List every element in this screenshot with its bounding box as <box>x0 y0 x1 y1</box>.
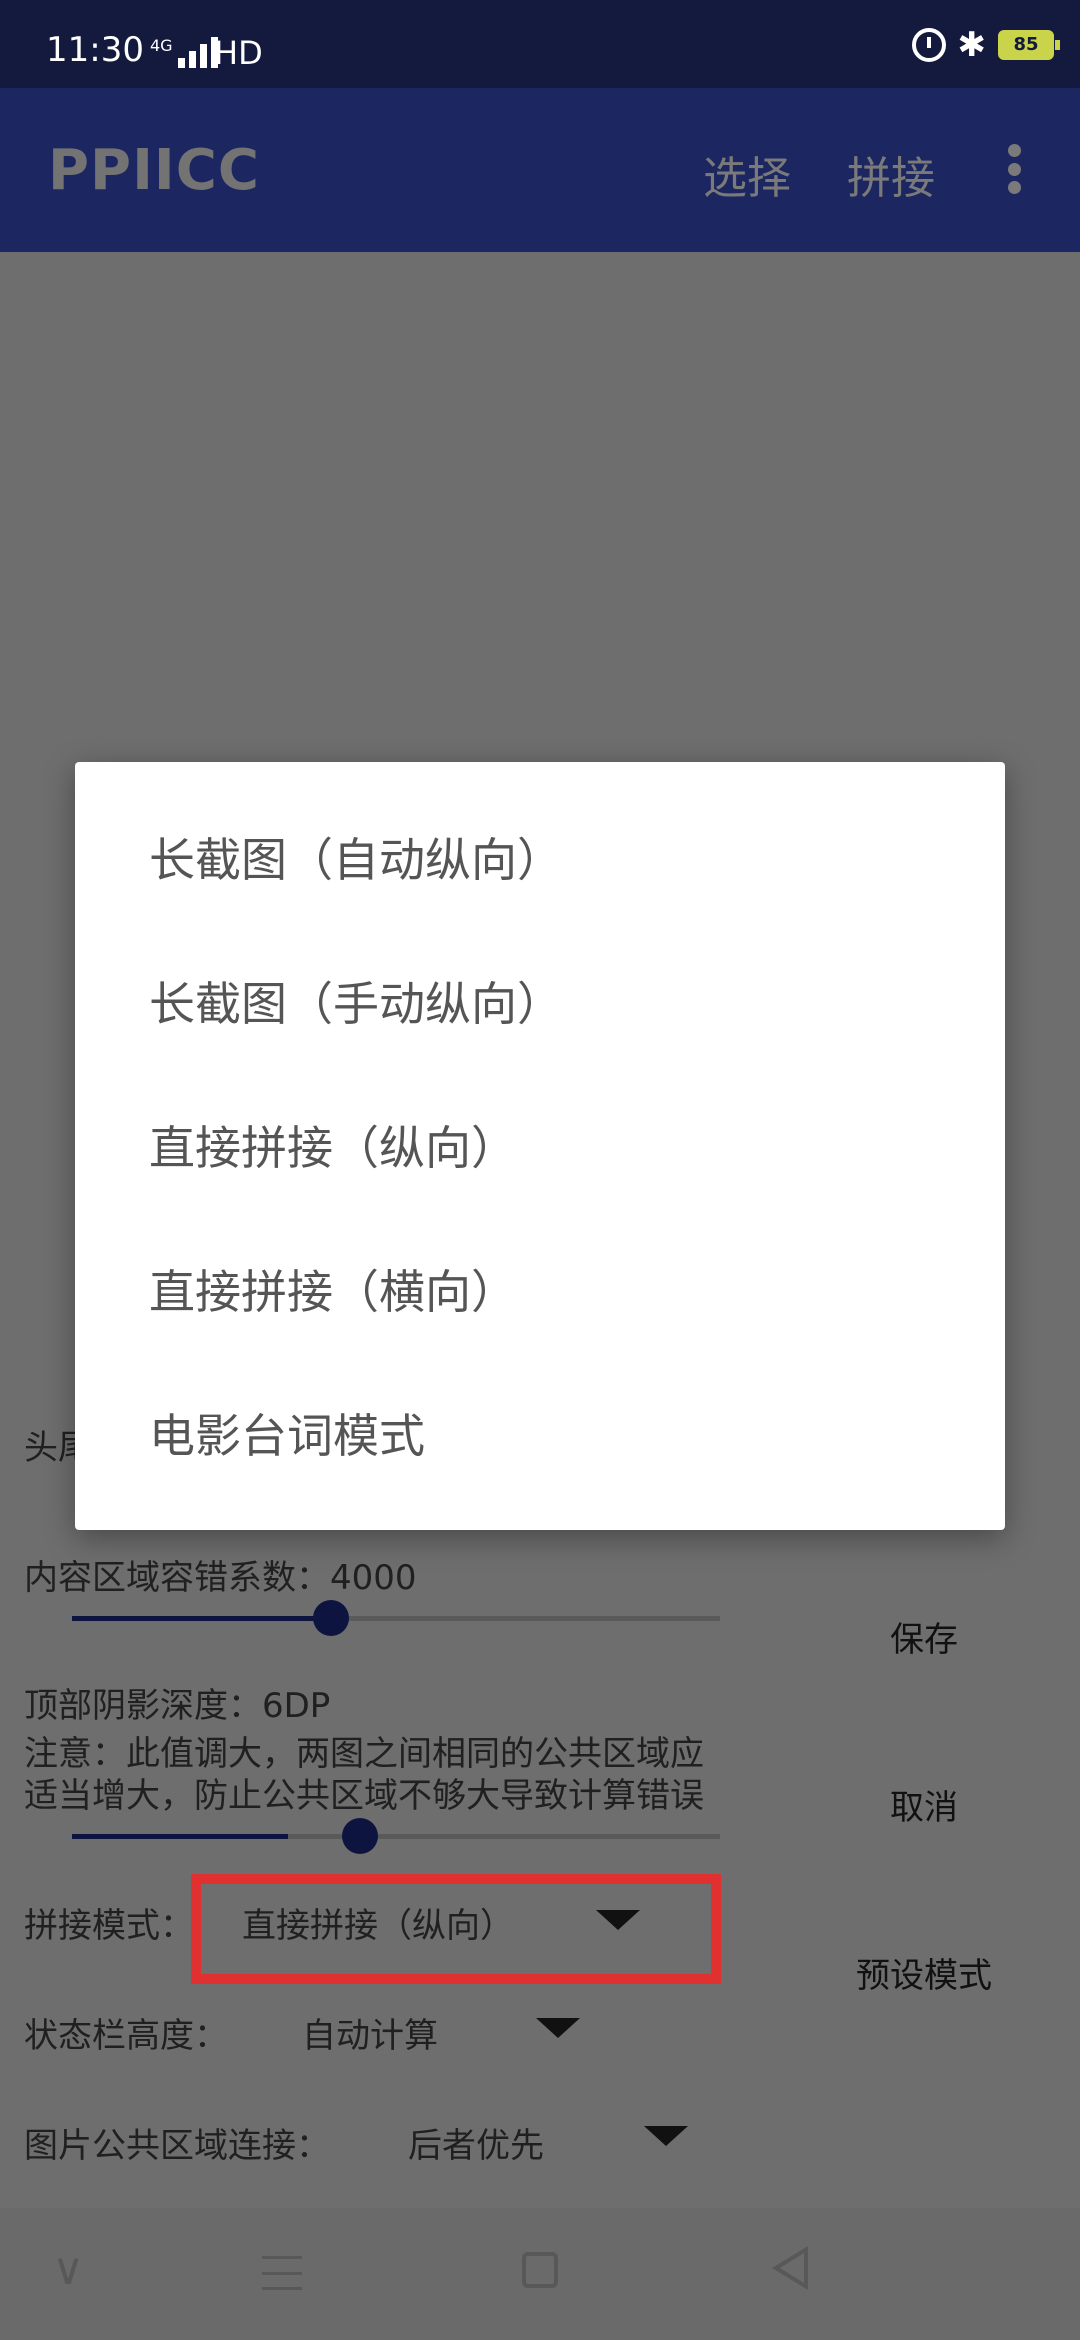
menu-icon[interactable] <box>262 2256 302 2290</box>
slider-thumb[interactable] <box>342 1818 378 1854</box>
battery-icon: 85 <box>998 30 1060 60</box>
highlight-box <box>191 1874 721 1984</box>
cancel-button[interactable]: 取消 <box>824 1780 1024 1829</box>
note-line-2: 适当增大，防止公共区域不够大导致计算错误 <box>24 1776 704 1816</box>
alarm-icon <box>911 28 946 62</box>
back-icon[interactable] <box>772 2246 808 2290</box>
content-tolerance-label: 内容区域容错系数：4000 <box>24 1558 417 1598</box>
stitch-action-button[interactable]: 拼接 <box>847 142 935 206</box>
shadow-depth-slider[interactable] <box>72 1818 720 1854</box>
dialog-option-manual-vertical[interactable]: 长截图（手动纵向） <box>149 968 563 1034</box>
dialog-option-movie-subtitle[interactable]: 电影台词模式 <box>149 1400 425 1466</box>
signal-icon <box>178 36 218 68</box>
stitch-mode-dialog: 长截图（自动纵向） 长截图（手动纵向） 直接拼接（纵向） 直接拼接（横向） 电影… <box>75 762 1005 1530</box>
statusbar-height-label: 状态栏高度： <box>24 2016 228 2056</box>
statusbar-height-dropdown[interactable]: 自动计算 <box>302 2008 438 2057</box>
shadow-depth-label: 顶部阴影深度：6DP <box>24 1686 331 1726</box>
dialog-option-auto-vertical[interactable]: 长截图（自动纵向） <box>149 824 563 890</box>
dialog-option-direct-horizontal[interactable]: 直接拼接（横向） <box>149 1256 517 1322</box>
slider-thumb[interactable] <box>313 1600 349 1636</box>
status-bar: 11:30 4G HD ✱ 85 <box>0 0 1080 88</box>
home-icon[interactable] <box>522 2252 558 2288</box>
overflow-menu-icon[interactable] <box>1006 144 1022 194</box>
chevron-down-icon[interactable] <box>536 2018 580 2038</box>
status-time: 11:30 <box>46 30 144 70</box>
common-area-label: 图片公共区域连接： <box>24 2126 330 2166</box>
stitch-mode-label: 拼接模式： <box>24 1906 194 1946</box>
hd-indicator: HD <box>214 34 263 72</box>
bluetooth-icon: ✱ <box>957 25 987 65</box>
dialog-option-direct-vertical[interactable]: 直接拼接（纵向） <box>149 1112 517 1178</box>
app-bar: PPIICC 选择 拼接 <box>0 88 1080 252</box>
network-type: 4G <box>150 36 173 55</box>
common-area-dropdown[interactable]: 后者优先 <box>408 2118 544 2167</box>
save-button[interactable]: 保存 <box>824 1612 1024 1661</box>
chevron-down-icon[interactable]: ∨ <box>52 2244 84 2295</box>
chevron-down-icon[interactable] <box>644 2126 688 2146</box>
select-action-button[interactable]: 选择 <box>703 142 791 206</box>
preset-mode-button[interactable]: 预设模式 <box>824 1948 1024 1997</box>
navigation-bar: ∨ <box>0 2208 1080 2340</box>
app-title: PPIICC <box>48 138 260 203</box>
content-tolerance-slider[interactable] <box>72 1600 720 1636</box>
